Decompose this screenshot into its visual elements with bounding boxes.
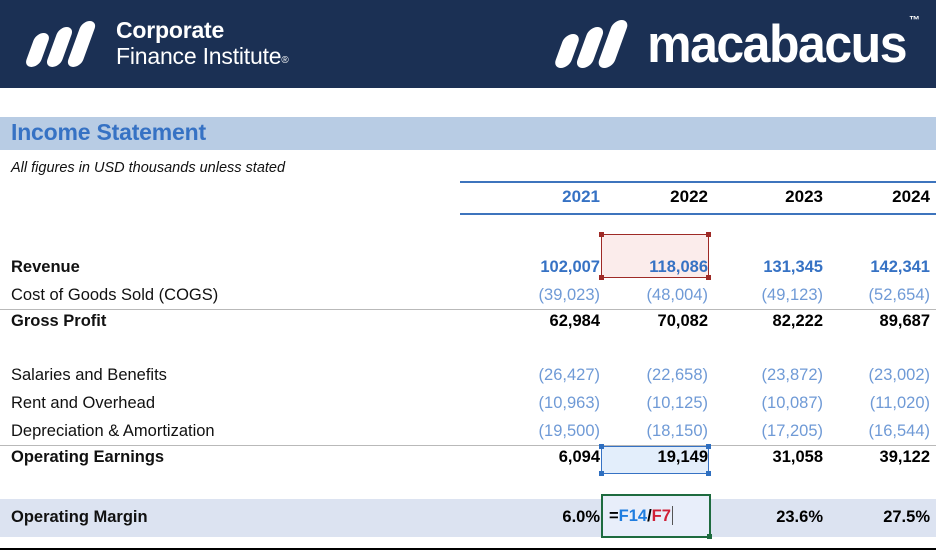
selection-handle-top-left[interactable] [599, 444, 604, 449]
cell-revenue-2023[interactable]: 131,345 [763, 258, 823, 277]
column-header-2022[interactable]: 2022 [670, 187, 708, 207]
cell-revenue-2024[interactable]: 142,341 [870, 258, 930, 277]
formula-reference-numerator: F14 [619, 507, 647, 525]
brand-header-bar: Corporate Finance Institute® macabacus™ [0, 0, 936, 88]
cell-depreciation-2024[interactable]: (16,544) [869, 422, 930, 441]
row-label-operating-earnings: Operating Earnings [11, 448, 164, 467]
cell-salaries-2021[interactable]: (26,427) [539, 366, 600, 385]
row-label-gross-profit: Gross Profit [11, 312, 106, 331]
selection-handle-bottom-left[interactable] [599, 471, 604, 476]
macabacus-wordmark: macabacus™ [647, 18, 906, 71]
cell-rent-2021[interactable]: (10,963) [539, 394, 600, 413]
column-header-2023[interactable]: 2023 [785, 187, 823, 207]
cell-depreciation-2022[interactable]: (18,150) [647, 422, 708, 441]
cfi-wordmark-line2-text: Finance Institute [116, 43, 281, 69]
cell-operating-earnings-2024[interactable]: 39,122 [880, 448, 930, 467]
corporate-finance-institute-logo: Corporate Finance Institute® [30, 18, 289, 70]
cell-gross-profit-2021[interactable]: 62,984 [550, 312, 600, 331]
cell-cogs-2023[interactable]: (49,123) [762, 286, 823, 305]
fill-handle[interactable] [707, 534, 712, 539]
row-label-salaries-and-benefits: Salaries and Benefits [11, 366, 167, 385]
cell-cogs-2021[interactable]: (39,023) [539, 286, 600, 305]
cell-salaries-2023[interactable]: (23,872) [762, 366, 823, 385]
cell-cogs-2024[interactable]: (52,654) [869, 286, 930, 305]
cell-operating-margin-2023[interactable]: 23.6% [776, 508, 823, 527]
text-cursor-icon [672, 506, 673, 525]
macabacus-wordmark-text: macabacus [647, 14, 906, 73]
operating-earnings-top-rule [0, 445, 936, 446]
formula-equals-sign: = [609, 507, 619, 525]
selection-handle-bottom-left[interactable] [599, 275, 604, 280]
cell-salaries-2024[interactable]: (23,002) [869, 366, 930, 385]
cell-operating-earnings-2023[interactable]: 31,058 [773, 448, 823, 467]
macabacus-logo: macabacus™ [559, 19, 906, 69]
cell-cogs-2022[interactable]: (48,004) [647, 286, 708, 305]
cell-rent-2024[interactable]: (11,020) [870, 394, 930, 413]
cell-rent-2023[interactable]: (10,087) [762, 394, 823, 413]
cell-revenue-2022-selected[interactable]: 118,086 [649, 258, 708, 277]
statement-grid: 2021 2022 2023 2024 Revenue 102,007 118,… [0, 88, 936, 550]
selection-handle-top-left[interactable] [599, 232, 604, 237]
cfi-wordmark: Corporate Finance Institute® [116, 18, 289, 70]
cell-depreciation-2021[interactable]: (19,500) [539, 422, 600, 441]
gross-profit-top-rule [0, 309, 936, 310]
column-header-2024[interactable]: 2024 [892, 187, 930, 207]
row-label-depreciation-amortization: Depreciation & Amortization [11, 422, 215, 441]
trademark-icon: ™ [909, 16, 920, 27]
formula-reference-denominator: F7 [652, 507, 671, 525]
cell-operating-margin-2024[interactable]: 27.5% [883, 508, 930, 527]
formula-text: =F14/F7 [609, 506, 673, 526]
header-top-rule [460, 181, 936, 183]
cell-salaries-2022[interactable]: (22,658) [647, 366, 708, 385]
cfi-slashes-icon [30, 21, 102, 67]
registered-mark-icon: ® [281, 55, 288, 66]
column-header-2021[interactable]: 2021 [562, 187, 600, 207]
macabacus-slashes-icon [559, 20, 635, 68]
row-label-rent-and-overhead: Rent and Overhead [11, 394, 155, 413]
cfi-wordmark-line1: Corporate [116, 18, 289, 44]
cell-gross-profit-2022[interactable]: 70,082 [658, 312, 708, 331]
selection-handle-bottom-right[interactable] [706, 471, 711, 476]
cell-gross-profit-2024[interactable]: 89,687 [880, 312, 930, 331]
income-statement-sheet: Income Statement All figures in USD thou… [0, 88, 936, 550]
row-label-cogs: Cost of Goods Sold (COGS) [11, 286, 218, 305]
formula-edit-cell[interactable]: =F14/F7 [601, 494, 711, 538]
cell-operating-earnings-2022-selected[interactable]: 19,149 [658, 448, 708, 467]
cell-revenue-2021[interactable]: 102,007 [540, 258, 600, 277]
header-bottom-rule [460, 213, 936, 215]
cell-operating-earnings-2021[interactable]: 6,094 [559, 448, 600, 467]
cell-rent-2022[interactable]: (10,125) [647, 394, 708, 413]
selection-handle-top-right[interactable] [706, 232, 711, 237]
cell-depreciation-2023[interactable]: (17,205) [762, 422, 823, 441]
cell-gross-profit-2023[interactable]: 82,222 [773, 312, 823, 331]
row-label-operating-margin: Operating Margin [11, 508, 148, 527]
row-label-revenue: Revenue [11, 258, 80, 277]
cell-operating-margin-2021[interactable]: 6.0% [562, 508, 600, 527]
cfi-wordmark-line2: Finance Institute® [116, 44, 289, 70]
